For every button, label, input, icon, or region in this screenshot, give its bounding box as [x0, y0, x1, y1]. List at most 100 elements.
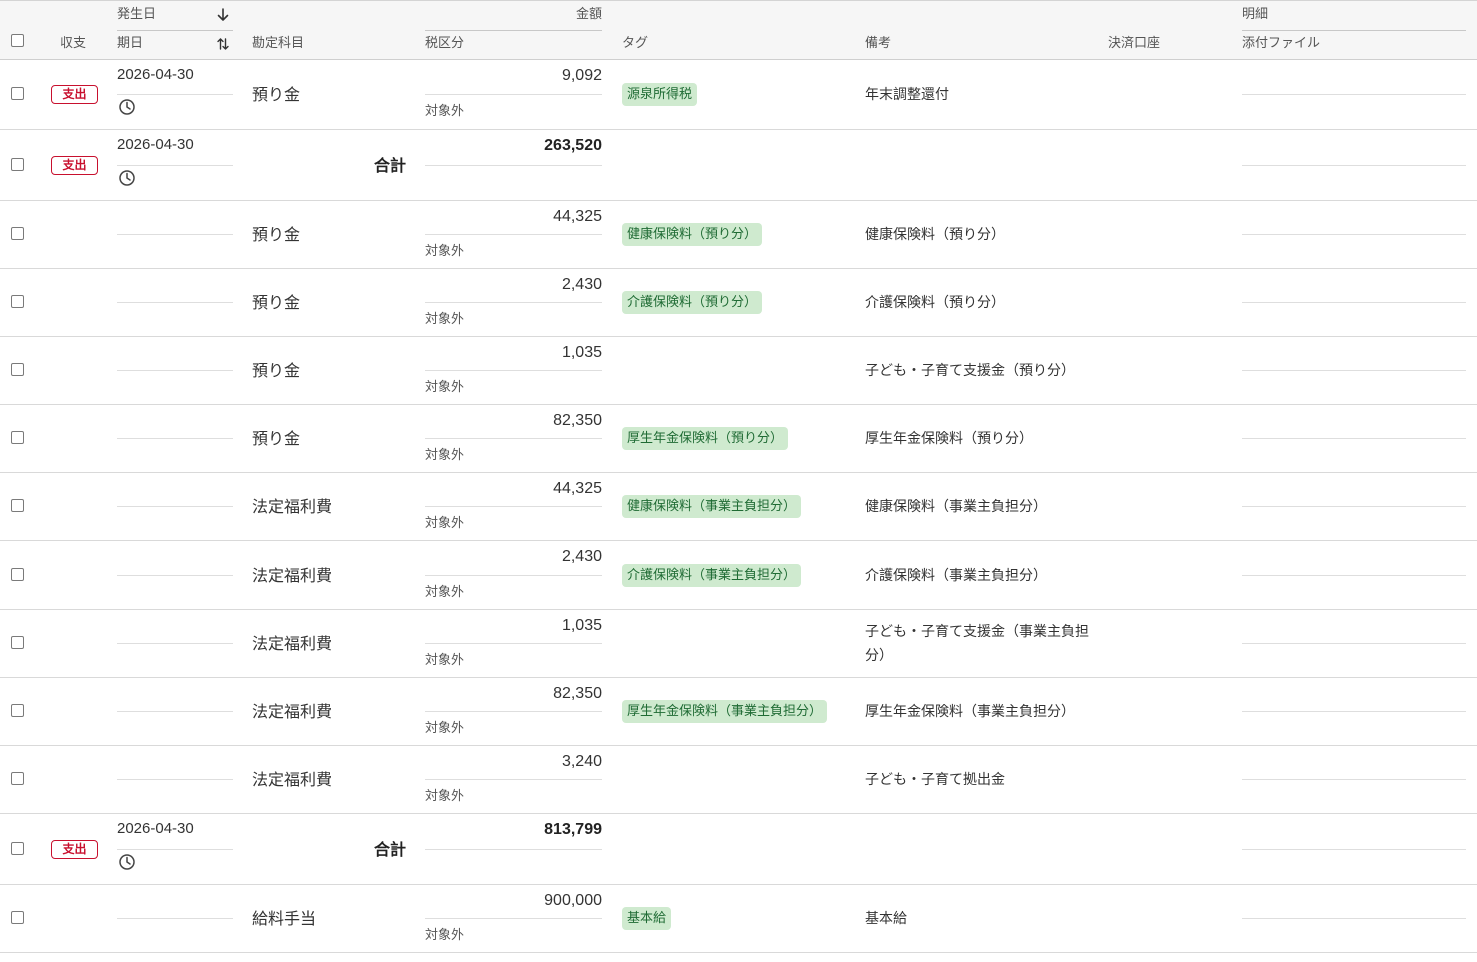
occurrence-date[interactable]: 2026-04-30 [117, 136, 194, 154]
account-name[interactable]: 法定福利費 [252, 770, 332, 790]
amount-value[interactable]: 2,430 [425, 548, 602, 566]
memo-text[interactable]: 介護保険料（事業主負担分） [865, 564, 1095, 588]
amount-value[interactable]: 2,430 [425, 276, 602, 294]
tax-category[interactable]: 対象外 [425, 789, 464, 805]
memo-text[interactable]: 介護保険料（預り分） [865, 291, 1095, 315]
row-checkbox[interactable] [11, 499, 24, 512]
tax-category[interactable]: 対象外 [425, 721, 464, 737]
table-row[interactable]: 給料手当 900,000 対象外 基本給 基本給 [0, 885, 1477, 953]
clock-icon[interactable] [118, 853, 136, 871]
tax-category[interactable]: 対象外 [425, 244, 464, 260]
tax-category[interactable]: 対象外 [425, 928, 464, 944]
account-name[interactable]: 預り金 [252, 429, 300, 449]
header-attachment[interactable]: 添付ファイル [1242, 36, 1320, 52]
header-kind[interactable]: 収支 [60, 36, 86, 52]
amount-value[interactable]: 3,240 [425, 753, 602, 771]
memo-text[interactable]: 基本給 [865, 907, 1095, 931]
table-row[interactable]: 支出 2026-04-30 預り金 9,092 対象外 源泉所得税 年末調整還付 [0, 60, 1477, 130]
tag-chip[interactable]: 健康保険料（預り分） [622, 223, 763, 246]
header-due-date[interactable]: 期日 [117, 36, 143, 52]
row-checkbox[interactable] [11, 911, 24, 924]
tax-category[interactable]: 対象外 [425, 312, 464, 328]
amount-value[interactable]: 9,092 [425, 67, 602, 85]
tax-category[interactable]: 対象外 [425, 516, 464, 532]
clock-icon[interactable] [118, 169, 136, 187]
tag-chip[interactable]: 厚生年金保険料（預り分） [622, 427, 789, 450]
row-checkbox[interactable] [11, 295, 24, 308]
tag-chip[interactable]: 基本給 [622, 907, 672, 930]
header-tag[interactable]: タグ [622, 36, 648, 52]
tax-category[interactable]: 対象外 [425, 104, 464, 120]
amount-value[interactable]: 44,325 [425, 480, 602, 498]
total-label: 合計 [373, 156, 406, 175]
row-checkbox[interactable] [11, 431, 24, 444]
header-account[interactable]: 勘定科目 [252, 36, 304, 52]
table-row[interactable]: 法定福利費 1,035 対象外 子ども・子育て支援金（事業主負担分） [0, 610, 1477, 678]
row-checkbox[interactable] [11, 772, 24, 785]
row-checkbox[interactable] [11, 363, 24, 376]
clock-icon[interactable] [118, 98, 136, 116]
account-name[interactable]: 預り金 [252, 85, 300, 105]
select-all-checkbox[interactable] [11, 34, 24, 47]
tax-category[interactable]: 対象外 [425, 380, 464, 396]
amount-value[interactable]: 1,035 [425, 344, 602, 362]
journal-total-row[interactable]: 支出 2026-04-30 合計 813,799 [0, 814, 1477, 885]
tax-category[interactable]: 対象外 [425, 448, 464, 464]
total-amount: 813,799 [544, 821, 602, 838]
amount-value[interactable]: 82,350 [425, 412, 602, 430]
memo-text[interactable]: 子ども・子育て支援金（事業主負担分） [865, 620, 1095, 668]
header-detail[interactable]: 明細 [1242, 7, 1268, 23]
memo-text[interactable]: 子ども・子育て拠出金 [865, 768, 1095, 792]
occurrence-date[interactable]: 2026-04-30 [117, 820, 194, 838]
journal-total-row[interactable]: 支出 2026-04-30 合計 263,520 [0, 130, 1477, 201]
row-checkbox[interactable] [11, 87, 24, 100]
memo-text[interactable]: 厚生年金保険料（事業主負担分） [865, 700, 1095, 724]
table-row[interactable]: 法定福利費 44,325 対象外 健康保険料（事業主負担分） 健康保険料（事業主負担分） [0, 473, 1477, 541]
occurrence-date[interactable]: 2026-04-30 [117, 66, 194, 84]
amount-value[interactable]: 900,000 [425, 892, 602, 910]
table-row[interactable]: 預り金 44,325 対象外 健康保険料（預り分） 健康保険料（預り分） [0, 201, 1477, 269]
account-name[interactable]: 法定福利費 [252, 634, 332, 654]
account-name[interactable]: 法定福利費 [252, 702, 332, 722]
account-name[interactable]: 給料手当 [252, 909, 316, 929]
sort-arrows-icon[interactable] [216, 37, 230, 51]
row-checkbox[interactable] [11, 636, 24, 649]
tag-chip[interactable]: 健康保険料（事業主負担分） [622, 495, 802, 518]
amount-value[interactable]: 44,325 [425, 208, 602, 226]
account-name[interactable]: 法定福利費 [252, 566, 332, 586]
tag-chip[interactable]: 介護保険料（預り分） [622, 291, 763, 314]
row-checkbox[interactable] [11, 842, 24, 855]
tax-category[interactable]: 対象外 [425, 653, 464, 669]
row-checkbox[interactable] [11, 704, 24, 717]
memo-text[interactable]: 年末調整還付 [865, 83, 1095, 107]
amount-value[interactable]: 1,035 [425, 617, 602, 635]
table-row[interactable]: 預り金 2,430 対象外 介護保険料（預り分） 介護保険料（預り分） [0, 269, 1477, 337]
header-memo[interactable]: 備考 [865, 36, 891, 52]
row-checkbox[interactable] [11, 158, 24, 171]
memo-text[interactable]: 厚生年金保険料（預り分） [865, 427, 1095, 451]
tax-category[interactable]: 対象外 [425, 585, 464, 601]
table-row[interactable]: 預り金 1,035 対象外 子ども・子育て支援金（預り分） [0, 337, 1477, 405]
memo-text[interactable]: 健康保険料（預り分） [865, 223, 1095, 247]
table-row[interactable]: 法定福利費 82,350 対象外 厚生年金保険料（事業主負担分） 厚生年金保険料（事業主… [0, 678, 1477, 746]
tag-chip[interactable]: 源泉所得税 [622, 83, 698, 106]
table-row[interactable]: 預り金 82,350 対象外 厚生年金保険料（預り分） 厚生年金保険料（預り分） [0, 405, 1477, 473]
tag-chip[interactable]: 厚生年金保険料（事業主負担分） [622, 700, 828, 723]
header-amount[interactable]: 金額 [540, 7, 602, 23]
amount-value[interactable]: 82,350 [425, 685, 602, 703]
arrow-down-icon[interactable] [216, 8, 230, 22]
memo-text[interactable]: 健康保険料（事業主負担分） [865, 495, 1095, 519]
account-name[interactable]: 預り金 [252, 361, 300, 381]
table-row[interactable]: 法定福利費 2,430 対象外 介護保険料（事業主負担分） 介護保険料（事業主負担分） [0, 541, 1477, 610]
header-occurrence-date[interactable]: 発生日 [117, 7, 156, 23]
header-payment-account[interactable]: 決済口座 [1108, 36, 1160, 52]
table-row[interactable]: 法定福利費 3,240 対象外 子ども・子育て拠出金 [0, 746, 1477, 814]
row-checkbox[interactable] [11, 227, 24, 240]
tag-chip[interactable]: 介護保険料（事業主負担分） [622, 564, 802, 587]
memo-text[interactable]: 子ども・子育て支援金（預り分） [865, 359, 1095, 383]
account-name[interactable]: 預り金 [252, 293, 300, 313]
account-name[interactable]: 法定福利費 [252, 497, 332, 517]
header-tax-category[interactable]: 税区分 [425, 36, 464, 52]
account-name[interactable]: 預り金 [252, 225, 300, 245]
row-checkbox[interactable] [11, 568, 24, 581]
